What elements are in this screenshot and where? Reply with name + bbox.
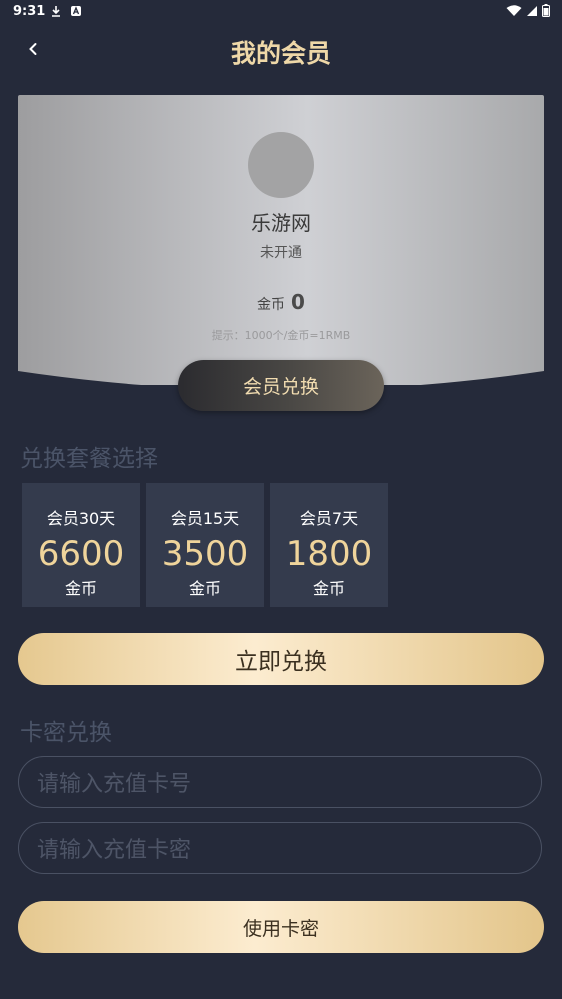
a-icon xyxy=(71,6,81,16)
coins-label: 金币 xyxy=(257,297,286,313)
header: 我的会员 xyxy=(0,28,562,72)
card-number-input[interactable]: 请输入充值卡号 xyxy=(18,756,542,808)
package-card[interactable]: 会员7天 1800 金币 xyxy=(270,483,388,607)
package-card[interactable]: 会员15天 3500 金币 xyxy=(146,483,264,607)
package-list: 会员30天 6600 金币 会员15天 3500 金币 会员7天 1800 金币 xyxy=(22,483,388,607)
redeem-now-button[interactable]: 立即兑换 xyxy=(18,633,544,685)
package-name: 会员15天 xyxy=(170,509,240,528)
battery-icon xyxy=(542,4,550,17)
wifi-icon xyxy=(506,4,522,16)
coins-value: 0 xyxy=(291,290,305,314)
download-icon xyxy=(52,6,60,17)
membership-status: 未开通 xyxy=(260,245,302,261)
package-price: 3500 xyxy=(161,534,249,574)
coins-row: 金币 0 xyxy=(18,290,544,314)
use-card-key-button[interactable]: 使用卡密 xyxy=(18,901,544,953)
member-card: 乐游网 未开通 金币 0 提示：1000个/金币=1RMB xyxy=(18,95,544,385)
page-title: 我的会员 xyxy=(230,39,331,68)
card-key-section-title: 卡密兑换 xyxy=(20,720,112,746)
status-bar: 9:31 xyxy=(0,0,562,24)
exchange-rate-hint: 提示：1000个/金币=1RMB xyxy=(211,329,351,342)
package-unit: 金币 xyxy=(64,579,97,598)
package-unit: 金币 xyxy=(188,579,221,598)
username: 乐游网 xyxy=(251,211,311,235)
package-card[interactable]: 会员30天 6600 金币 xyxy=(22,483,140,607)
card-password-input[interactable]: 请输入充值卡密 xyxy=(18,822,542,874)
status-time: 9:31 xyxy=(13,4,46,19)
package-unit: 金币 xyxy=(312,579,345,598)
package-price: 6600 xyxy=(37,534,125,574)
package-name: 会员7天 xyxy=(299,509,359,528)
packages-section-title: 兑换套餐选择 xyxy=(20,446,158,472)
status-icons-right xyxy=(506,4,550,17)
status-icons-left xyxy=(50,5,82,17)
package-price: 1800 xyxy=(285,534,373,574)
avatar[interactable] xyxy=(248,132,314,198)
member-exchange-button[interactable]: 会员兑换 xyxy=(178,360,384,411)
signal-icon xyxy=(527,5,537,16)
package-name: 会员30天 xyxy=(46,509,116,528)
